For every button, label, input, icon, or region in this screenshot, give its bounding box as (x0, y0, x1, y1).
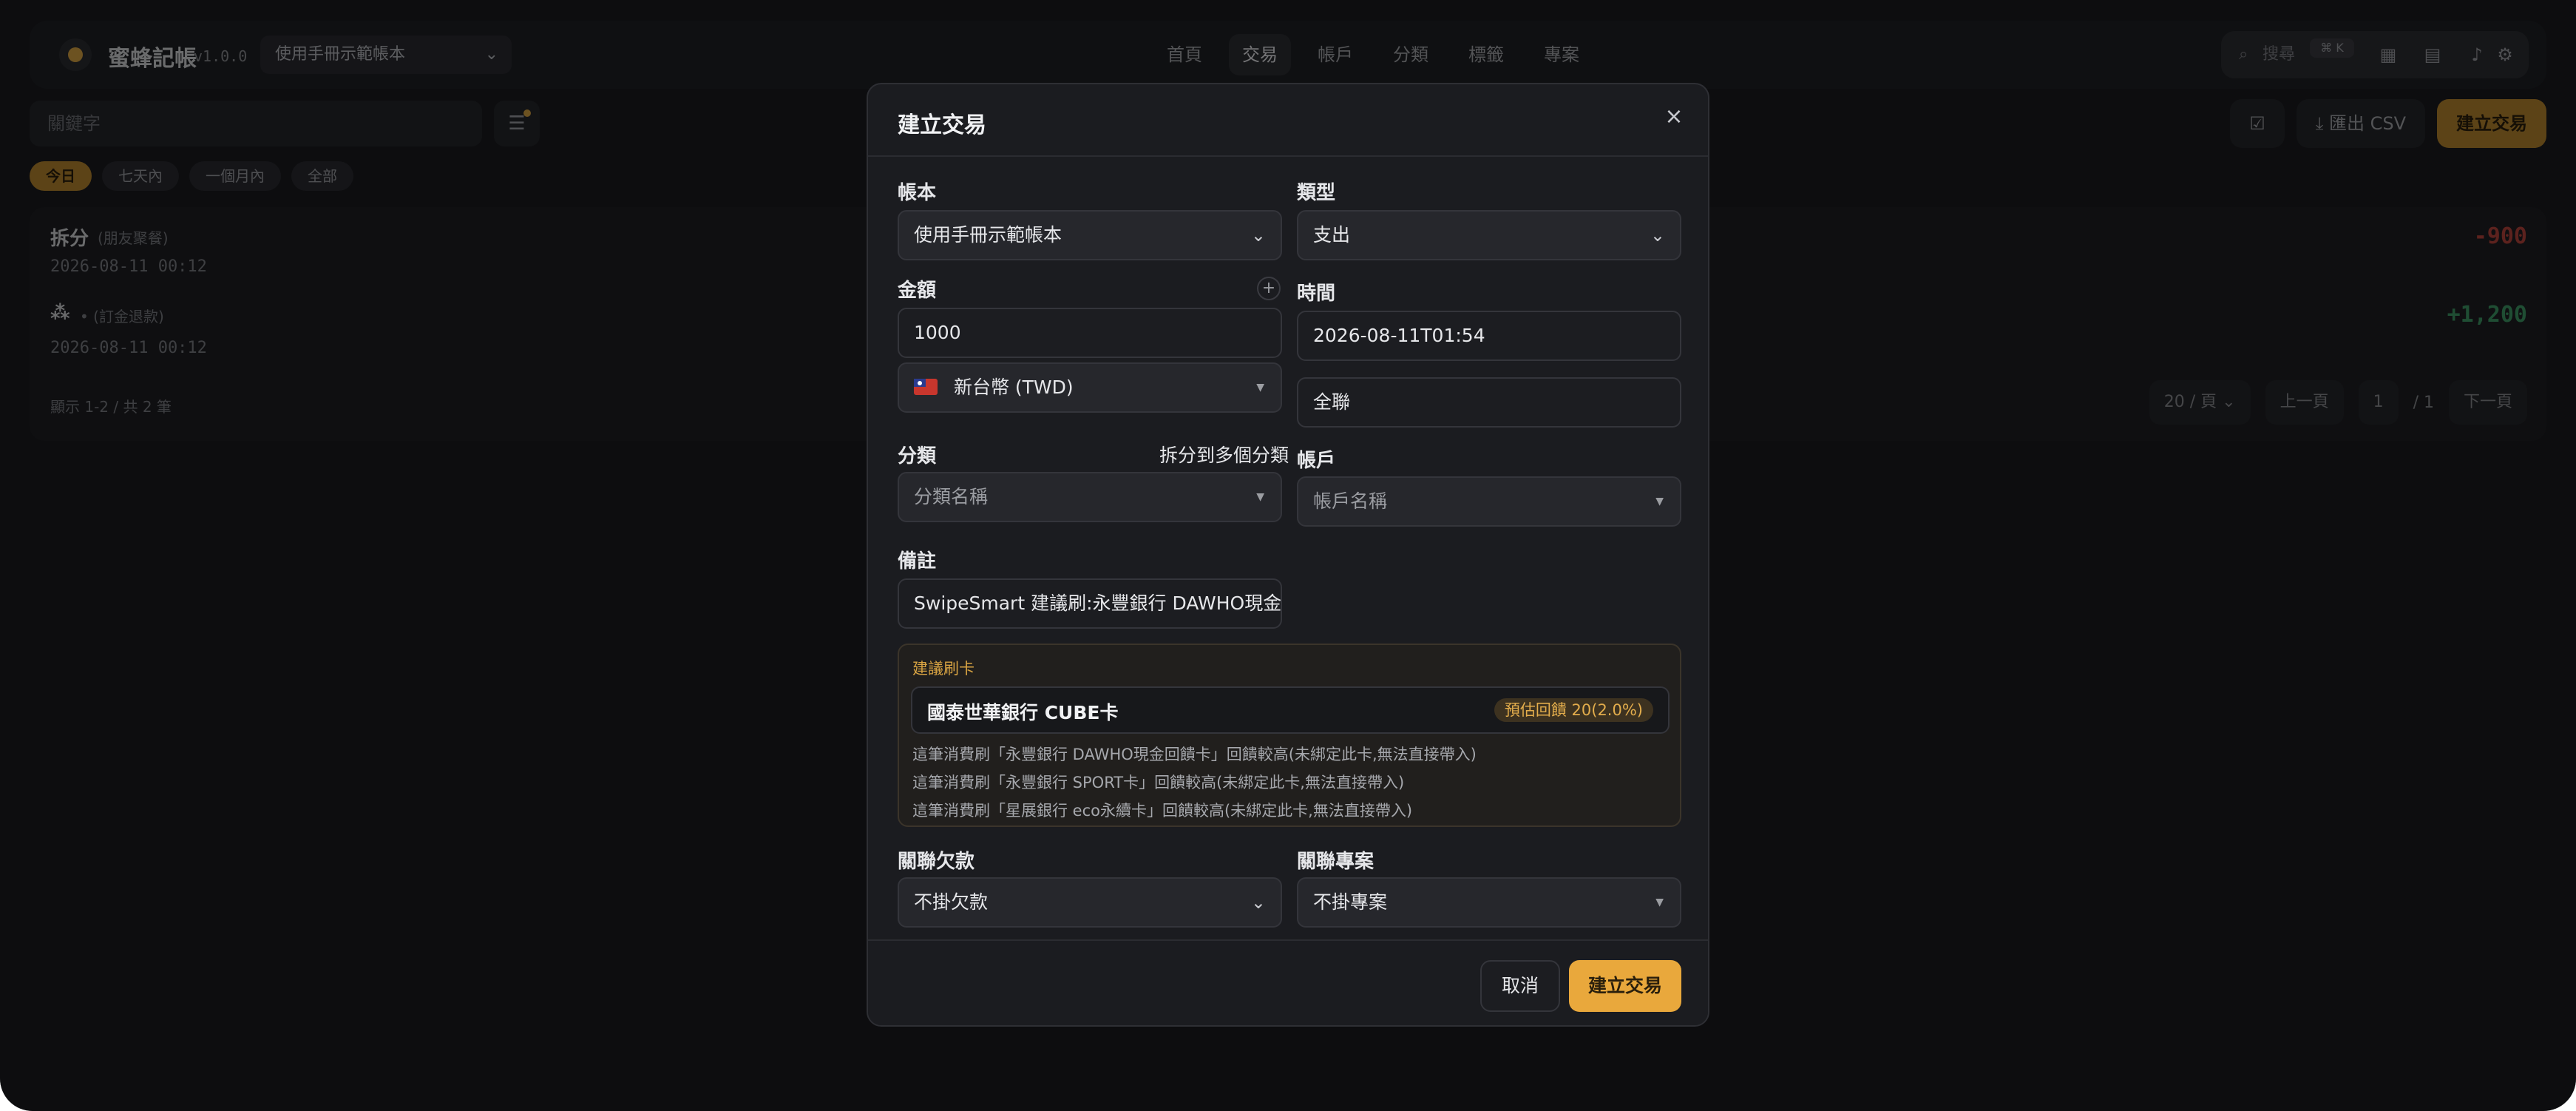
close-icon[interactable]: × (1659, 102, 1689, 132)
card-suggestion-panel: 建議刷卡 國泰世華銀行 CUBE卡 預估回饋 20(2.0%) 這筆消費刷「永豐… (898, 644, 1681, 827)
book-label: 帳本 (898, 182, 937, 204)
account-select[interactable]: 帳戶名稱 ▼ (1297, 476, 1681, 527)
suggestion-hint: 這筆消費刷「星展銀行 eco永續卡」回饋較高(未綁定此卡,無法直接帶入) (912, 802, 1413, 820)
split-categories-link[interactable]: 拆分到多個分類 (1159, 441, 1289, 467)
submit-transaction-button[interactable]: 建立交易 (1569, 960, 1681, 1012)
category-placeholder: 分類名稱 (914, 486, 989, 507)
chevron-down-icon: ⌄ (1250, 225, 1266, 246)
debt-label: 關聯欠款 (898, 851, 975, 873)
suggestion-title: 建議刷卡 (912, 660, 975, 678)
suggested-card[interactable]: 國泰世華銀行 CUBE卡 預估回饋 20(2.0%) (911, 686, 1670, 734)
dialog-header: 建立交易 × (868, 84, 1708, 157)
amount-label: 金額 (898, 280, 937, 302)
cancel-button[interactable]: 取消 (1480, 960, 1560, 1012)
debt-select-value: 不掛欠款 (914, 891, 989, 913)
dialog-footer: 取消 建立交易 (868, 939, 1708, 1025)
caret-down-icon: ▼ (1256, 382, 1264, 394)
account-label: 帳戶 (1297, 450, 1336, 472)
add-amount-button[interactable]: + (1257, 277, 1281, 300)
amount-input[interactable]: 1000 (898, 308, 1282, 358)
type-select[interactable]: 支出 ⌄ (1297, 210, 1681, 260)
type-select-value: 支出 (1313, 224, 1351, 246)
project-select[interactable]: 不掛專案 ▼ (1297, 877, 1681, 928)
book-select[interactable]: 使用手冊示範帳本 ⌄ (898, 210, 1282, 260)
currency-select[interactable]: 新台幣 (TWD) ▼ (898, 362, 1282, 413)
debt-select[interactable]: 不掛欠款 ⌄ (898, 877, 1282, 928)
caret-down-icon: ▼ (1256, 491, 1264, 503)
account-placeholder: 帳戶名稱 (1313, 490, 1388, 512)
project-select-value: 不掛專案 (1313, 891, 1388, 913)
project-label: 關聯專案 (1297, 851, 1375, 873)
caret-down-icon: ▼ (1655, 496, 1664, 507)
time-label: 時間 (1297, 283, 1336, 305)
app-window: 蜜蜂記帳 v1.0.0 使用手冊示範帳本 ⌄ 首頁 交易 帳戶 分類 標籤 專案… (0, 0, 2576, 1111)
suggestion-hint: 這筆消費刷「永豐銀行 DAWHO現金回饋卡」回饋較高(未綁定此卡,無法直接帶入) (912, 746, 1477, 763)
note-label: 備註 (898, 550, 937, 573)
chevron-down-icon: ⌄ (1250, 892, 1266, 913)
merchant-input[interactable]: 全聯 (1297, 377, 1681, 428)
type-label: 類型 (1297, 182, 1336, 204)
category-label: 分類 (898, 445, 937, 467)
dialog-title: 建立交易 (898, 112, 986, 138)
category-select[interactable]: 分類名稱 ▼ (898, 472, 1282, 522)
create-transaction-dialog: 建立交易 × 帳本 使用手冊示範帳本 ⌄ 類型 支出 ⌄ 金額 + 1000 新… (867, 83, 1709, 1027)
currency-value: 新台幣 (TWD) (953, 376, 1074, 398)
suggested-card-name: 國泰世華銀行 CUBE卡 (927, 702, 1119, 723)
suggestion-hint: 這筆消費刷「永豐銀行 SPORT卡」回饋較高(未綁定此卡,無法直接帶入) (912, 774, 1405, 791)
book-select-value: 使用手冊示範帳本 (914, 224, 1062, 246)
time-input[interactable]: 2026-08-11T01:54 (1297, 311, 1681, 361)
taiwan-flag-icon (914, 379, 938, 395)
note-input[interactable]: SwipeSmart 建議刷:永豐銀行 DAWHO現金回饋卡 (898, 578, 1282, 629)
cashback-badge: 預估回饋 20(2.0%) (1494, 698, 1653, 722)
caret-down-icon: ▼ (1655, 896, 1664, 908)
chevron-down-icon: ⌄ (1650, 225, 1665, 246)
